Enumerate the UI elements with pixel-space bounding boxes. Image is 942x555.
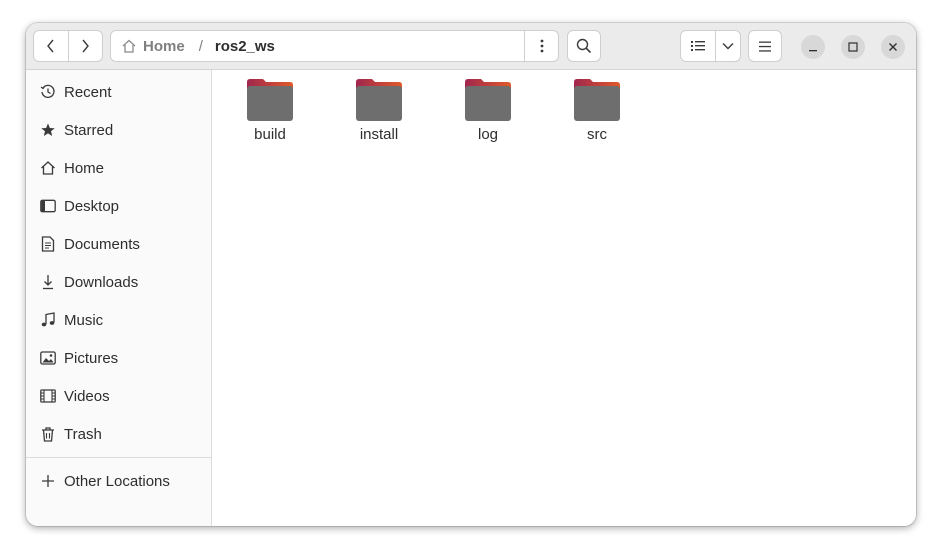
header-bar: Home / ros2_ws — [26, 23, 916, 70]
sidebar-item-label: Starred — [64, 121, 114, 139]
sidebar-item-documents[interactable]: Documents — [26, 225, 212, 263]
home-icon — [122, 39, 136, 53]
sidebar-divider — [26, 457, 212, 458]
sidebar-item-music[interactable]: Music — [26, 301, 212, 339]
sidebar-item-pictures[interactable]: Pictures — [26, 339, 212, 377]
sidebar-item-label: Home — [64, 159, 105, 177]
trash-icon — [39, 425, 57, 443]
sidebar-item-downloads[interactable]: Downloads — [26, 263, 212, 301]
plus-icon — [39, 472, 57, 490]
sidebar: Recent Starred Home Desktop Documents Do… — [26, 70, 212, 526]
maximize-icon — [848, 42, 858, 52]
forward-button[interactable] — [67, 31, 102, 61]
sidebar-item-label: Documents — [64, 235, 140, 253]
folder-icon — [465, 79, 511, 121]
sidebar-item-home[interactable]: Home — [26, 149, 212, 187]
star-icon — [39, 121, 57, 139]
music-note-icon — [39, 311, 57, 329]
chevron-right-icon — [82, 39, 90, 53]
view-options — [680, 30, 741, 62]
minimize-icon — [809, 50, 817, 52]
sidebar-item-label: Trash — [64, 425, 102, 443]
sidebar-item-label: Recent — [64, 83, 112, 101]
search-button[interactable] — [567, 30, 601, 62]
file-name: log — [477, 126, 499, 143]
main-menu-button[interactable] — [748, 30, 782, 62]
file-name: install — [359, 126, 399, 143]
sidebar-item-label: Desktop — [64, 197, 120, 215]
folder-item[interactable]: build — [225, 78, 315, 148]
folder-icon — [356, 79, 402, 121]
sidebar-item-trash[interactable]: Trash — [26, 415, 212, 453]
film-icon — [39, 387, 57, 405]
close-button[interactable] — [881, 35, 905, 59]
file-view: build install log src — [213, 70, 916, 526]
sidebar-item-label: Other Locations — [64, 472, 170, 490]
sidebar-item-starred[interactable]: Starred — [26, 111, 212, 149]
breadcrumb-separator: / — [198, 37, 203, 55]
navigation-buttons — [33, 30, 103, 62]
home-icon — [39, 159, 57, 177]
sidebar-item-desktop[interactable]: Desktop — [26, 187, 212, 225]
back-button[interactable] — [34, 31, 68, 61]
clock-icon — [39, 83, 57, 101]
breadcrumb-home[interactable]: Home — [111, 38, 185, 55]
document-icon — [39, 235, 57, 253]
hamburger-menu-icon — [759, 41, 771, 52]
download-icon — [39, 273, 57, 291]
list-view-icon — [691, 41, 705, 51]
breadcrumb-home-label: Home — [143, 37, 185, 55]
folder-icon — [574, 79, 620, 121]
path-bar: Home / ros2_ws — [110, 30, 559, 62]
sidebar-item-videos[interactable]: Videos — [26, 377, 212, 415]
sidebar-item-other-locations[interactable]: Other Locations — [26, 462, 212, 500]
vertical-dots-icon — [540, 39, 543, 53]
path-menu-button[interactable] — [524, 31, 558, 61]
breadcrumb-current[interactable]: ros2_ws — [215, 38, 275, 55]
maximize-button[interactable] — [841, 35, 865, 59]
picture-icon — [39, 349, 57, 367]
folder-icon — [247, 79, 293, 121]
sidebar-item-recent[interactable]: Recent — [26, 73, 212, 111]
close-icon — [889, 43, 897, 51]
search-icon — [576, 38, 592, 54]
folder-item[interactable]: src — [552, 78, 642, 148]
desktop-icon — [39, 197, 57, 215]
folder-item[interactable]: log — [443, 78, 533, 148]
file-name: src — [587, 126, 607, 143]
folder-item[interactable]: install — [334, 78, 424, 148]
sidebar-item-label: Music — [64, 311, 104, 329]
sidebar-item-label: Videos — [64, 387, 110, 405]
file-manager-window: Home / ros2_ws Recent Starred Home Deskt… — [26, 23, 916, 526]
sidebar-item-label: Pictures — [64, 349, 119, 367]
chevron-down-icon — [722, 43, 734, 50]
sidebar-item-label: Downloads — [64, 273, 139, 291]
list-view-button[interactable] — [681, 31, 715, 61]
file-name: build — [254, 126, 286, 143]
minimize-button[interactable] — [801, 35, 825, 59]
chevron-left-icon — [47, 39, 54, 53]
view-options-dropdown[interactable] — [715, 31, 740, 61]
